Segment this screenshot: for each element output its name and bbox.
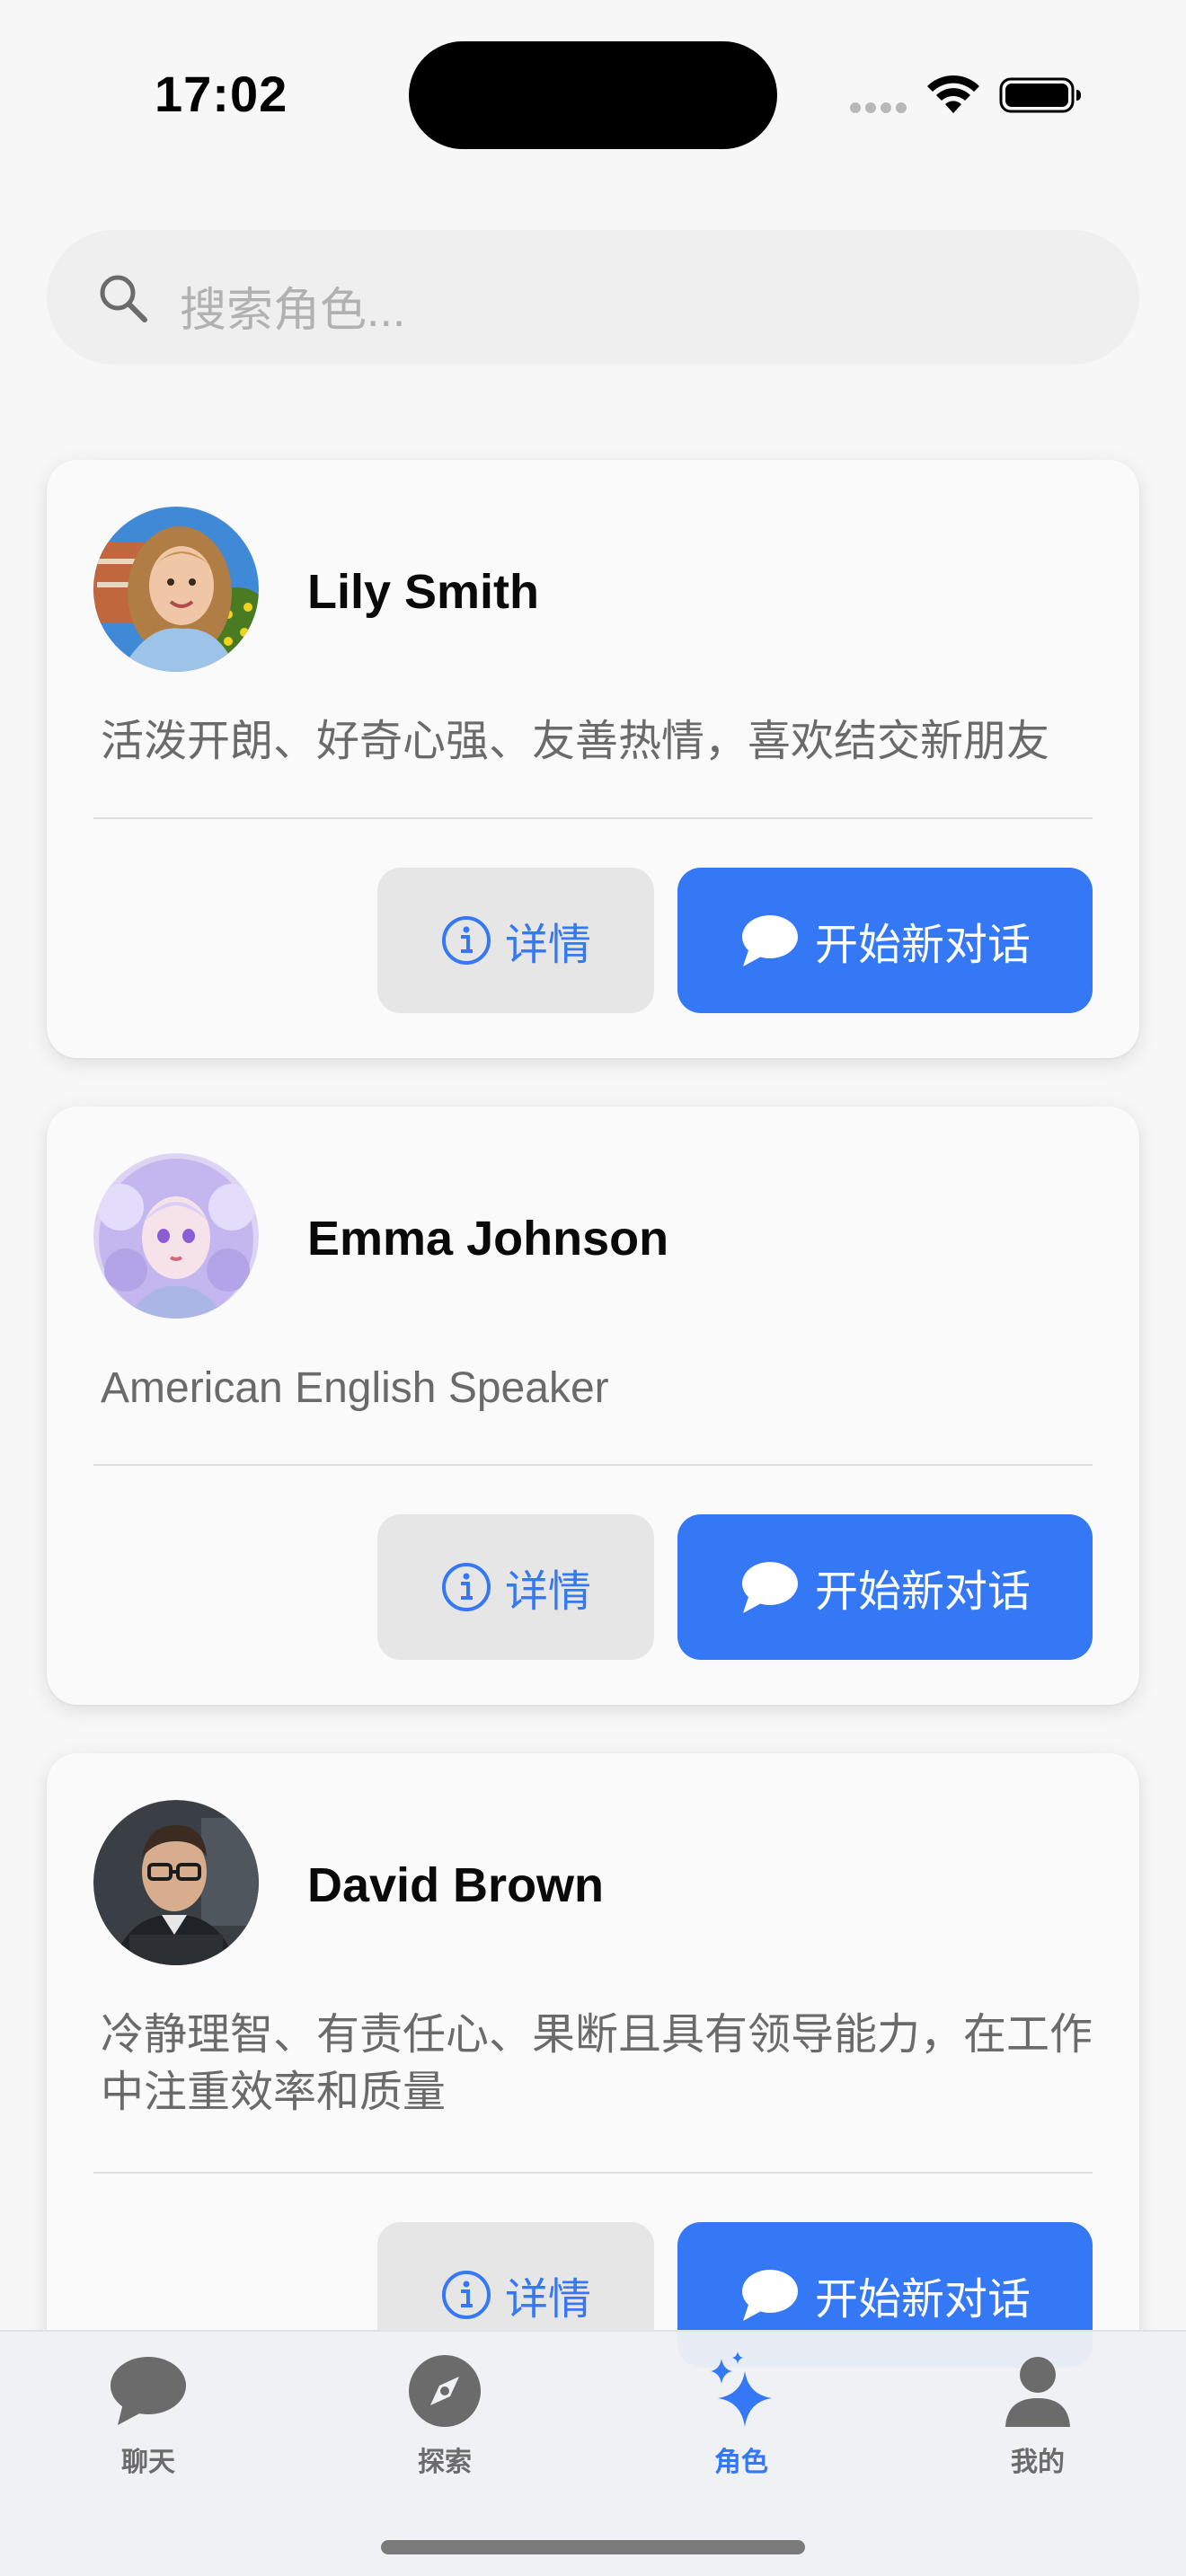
character-name: Lily Smith [307,565,540,619]
search-icon [100,275,147,322]
sparkles-icon [711,2351,772,2427]
avatar-image [93,1153,259,1319]
tab-characters-label: 角色 [714,2448,768,2477]
dynamic-island [409,41,777,149]
home-indicator [381,2540,805,2554]
start-new-chat-label: 开始新对话 [814,2276,1031,2324]
start-new-chat-label: 开始新对话 [814,1568,1031,1616]
search-input[interactable]: 搜索角色... [180,272,405,340]
character-card: David Brown 冷静理智、有责任心、果断且具有领导能力，在工作中注重效率… [47,1753,1139,2409]
details-button[interactable]: 详情 [377,1514,654,1660]
tab-chat-label: 聊天 [121,2448,175,2477]
compass-icon [409,2355,481,2427]
character-card: Lily Smith 活泼开朗、好奇心强、友善热情，喜欢结交新朋友 详情 开始新… [47,460,1139,1058]
character-description: 活泼开朗、好奇心强、友善热情，喜欢结交新朋友 [101,718,1050,765]
tab-characters[interactable]: 角色 [651,2350,831,2493]
character-name: Emma Johnson [307,1212,669,1266]
info-icon [441,2271,491,2319]
tab-explore-label: 探索 [418,2448,472,2477]
details-button-label: 详情 [504,1568,591,1616]
battery-icon [999,77,1081,113]
avatar-image [93,1800,259,1965]
character-description: American English Speaker [101,1364,609,1412]
info-icon [441,1563,491,1611]
tab-bar: 聊天 探索 角色 我的 [0,2330,1186,2576]
character-card: Emma Johnson American English Speaker 详情… [47,1107,1139,1705]
character-name: David Brown [307,1858,605,1912]
avatar [93,1800,259,1965]
tab-profile-label: 我的 [1011,2448,1065,2477]
details-button-label: 详情 [504,922,591,969]
details-button-label: 详情 [504,2276,591,2324]
start-new-chat-button[interactable]: 开始新对话 [677,868,1093,1013]
divider [93,817,1093,819]
chat-bubble-icon [741,1562,798,1613]
avatar [93,507,259,672]
chat-bubble-icon [741,2270,798,2321]
start-new-chat-label: 开始新对话 [814,922,1031,969]
person-icon [1005,2357,1070,2427]
character-description: 冷静理智、有责任心、果断且具有领导能力，在工作中注重效率和质量 [101,2011,1093,2116]
chat-bubble-icon [111,2357,186,2425]
tab-explore[interactable]: 探索 [355,2350,535,2493]
cellular-signal-icon [850,102,907,115]
info-icon [441,916,491,965]
status-bar: 17:02 [0,0,1186,180]
tab-chat[interactable]: 聊天 [58,2350,238,2493]
divider [93,1464,1093,1466]
divider [93,2172,1093,2174]
characters-screen: 17:02 搜索角色... Lily Smith 活泼开朗、好奇心强、友善热情，… [0,0,1186,2576]
avatar-image [93,507,259,672]
wifi-icon [927,75,979,113]
search-bar[interactable]: 搜索角色... [47,230,1139,365]
chat-bubble-icon [741,915,798,966]
start-new-chat-button[interactable]: 开始新对话 [677,1514,1093,1660]
tab-profile[interactable]: 我的 [948,2350,1128,2493]
details-button[interactable]: 详情 [377,868,654,1013]
avatar [93,1153,259,1319]
status-time: 17:02 [155,66,288,122]
